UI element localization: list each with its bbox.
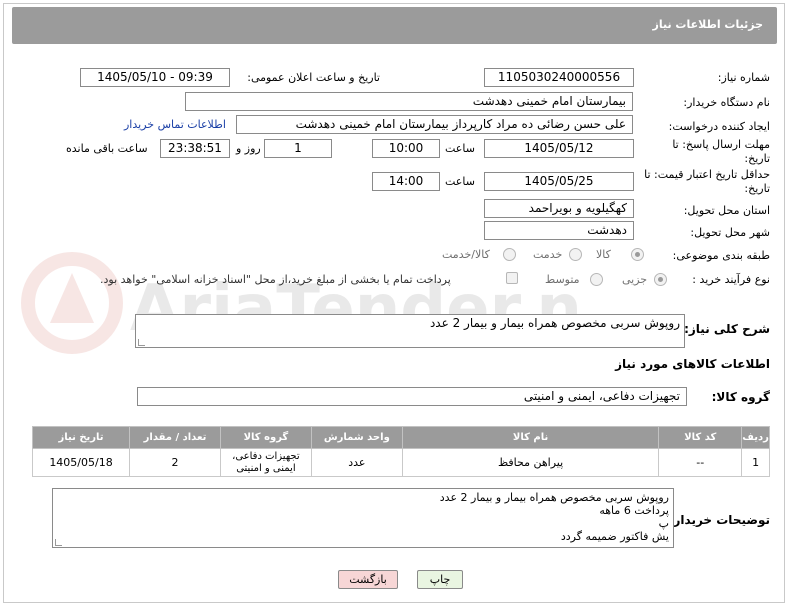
- goods-group-label: گروه کالا:: [711, 390, 770, 404]
- category-goods-service-radio[interactable]: [503, 248, 516, 261]
- price-time-field: 14:00: [372, 172, 440, 191]
- cell-goods-name: پیراهن محافظ: [401, 448, 660, 477]
- category-goods-radio[interactable]: [631, 248, 644, 261]
- day-and-label: روز و: [236, 142, 261, 155]
- col-goods-group: گروه کالا: [219, 426, 312, 449]
- price-validity-label: حداقل تاریخ اعتبار قیمت: تا تاریخ:: [644, 168, 770, 195]
- need-number-label: شماره نیاز:: [717, 71, 770, 84]
- buyer-notes-line: روپوش سربی مخصوص همراه بیمار و بیمار 2 ع…: [439, 491, 669, 504]
- reply-time-field: 10:00: [372, 139, 440, 158]
- buyer-notes-textarea[interactable]: روپوش سربی مخصوص همراه بیمار و بیمار 2 ع…: [52, 488, 674, 548]
- print-button[interactable]: چاپ: [417, 570, 463, 589]
- treasury-payment-checkbox[interactable]: [506, 272, 518, 284]
- resize-handle-icon[interactable]: [55, 539, 62, 546]
- purchase-medium-label: متوسط: [545, 273, 580, 286]
- price-date-field: 1405/05/25: [484, 172, 634, 191]
- need-number-field: 1105030240000556: [484, 68, 634, 87]
- table-row: 1 -- پیراهن محافظ عدد تجهیزات دفاعی، ایم…: [31, 448, 770, 477]
- announce-datetime-label: تاریخ و ساعت اعلان عمومی:: [247, 71, 380, 84]
- col-quantity: تعداد / مقدار: [129, 426, 221, 449]
- goods-table-header: ردیف کد کالا نام کالا واحد شمارش گروه کا…: [31, 426, 770, 449]
- cell-unit: عدد: [310, 448, 403, 477]
- goods-info-title: اطلاعات کالاهای مورد نیاز: [615, 357, 770, 371]
- buyer-notes-line: پرداخت 6 ماهه: [599, 504, 669, 517]
- cell-row-number: 1: [741, 448, 770, 477]
- purchase-minor-label: جزیی: [622, 273, 648, 286]
- buyer-org-label: نام دستگاه خریدار:: [683, 96, 770, 109]
- category-service-label: خدمت: [533, 248, 563, 261]
- buyer-contact-link[interactable]: اطلاعات تماس خریدار: [124, 118, 226, 131]
- delivery-province-field: کهگیلویه و بویراحمد: [484, 199, 634, 218]
- purchase-type-label: نوع فرآیند خرید :: [692, 273, 770, 286]
- cell-goods-group: تجهیزات دفاعی، ایمنی و امنیتی: [219, 448, 312, 477]
- goods-table: ردیف کد کالا نام کالا واحد شمارش گروه کا…: [31, 426, 770, 477]
- col-row-number: ردیف: [741, 426, 770, 449]
- purchase-medium-radio[interactable]: [590, 273, 603, 286]
- treasury-payment-note: پرداخت تمام یا بخشی از مبلغ خرید،از محل …: [100, 273, 451, 286]
- price-hour-label: ساعت: [445, 175, 475, 188]
- reply-hour-label: ساعت: [445, 142, 475, 155]
- page-title: جزئیات اطلاعات نیاز: [652, 18, 764, 31]
- page-header: جزئیات اطلاعات نیاز: [12, 7, 777, 44]
- requester-field: علی حسن رضائی ده مراد کارپرداز بیمارستان…: [236, 115, 633, 134]
- purchase-minor-radio[interactable]: [654, 273, 667, 286]
- announce-datetime-field: 1405/05/10 - 09:39: [80, 68, 230, 87]
- reply-days-field: 1: [264, 139, 332, 158]
- col-need-date: تاریخ نیاز: [31, 426, 131, 449]
- need-description-text: روپوش سربی مخصوص همراه بیمار و بیمار 2 ع…: [429, 316, 680, 330]
- delivery-city-field: دهدشت: [484, 221, 634, 240]
- cell-quantity: 2: [129, 448, 221, 477]
- category-service-radio[interactable]: [569, 248, 582, 261]
- reply-deadline-label: مهلت ارسال پاسخ: تا تاریخ:: [672, 138, 770, 165]
- requester-label: ایجاد کننده درخواست:: [668, 120, 770, 133]
- goods-group-field: تجهیزات دفاعی، ایمنی و امنیتی: [137, 387, 687, 406]
- cell-goods-code: --: [658, 448, 743, 477]
- delivery-province-label: استان محل تحویل:: [683, 204, 770, 217]
- delivery-city-label: شهر محل تحویل:: [690, 226, 770, 239]
- cell-need-date: 1405/05/18: [31, 448, 131, 477]
- reply-date-field: 1405/05/12: [484, 139, 634, 158]
- back-button[interactable]: بازگشت: [338, 570, 398, 589]
- col-unit: واحد شمارش: [310, 426, 403, 449]
- category-goods-service-label: کالا/خدمت: [442, 248, 490, 261]
- hours-remaining-label: ساعت باقی مانده: [66, 142, 148, 155]
- need-description-textarea[interactable]: روپوش سربی مخصوص همراه بیمار و بیمار 2 ع…: [135, 314, 685, 348]
- buyer-org-field: بیمارستان امام خمینی دهدشت: [185, 92, 633, 111]
- buyer-notes-line: پ: [658, 517, 669, 530]
- resize-handle-icon[interactable]: [138, 339, 145, 346]
- category-label: طبقه بندی موضوعی:: [672, 249, 770, 262]
- need-description-label: شرح کلی نیاز:: [684, 322, 770, 336]
- col-goods-code: کد کالا: [658, 426, 743, 449]
- buyer-notes-line: یش فاکتور ضمیمه گردد: [560, 530, 669, 543]
- category-goods-label: کالا: [596, 248, 611, 261]
- remaining-time-field: 23:38:51: [160, 139, 230, 158]
- col-goods-name: نام کالا: [401, 426, 660, 449]
- buyer-notes-label: توضیحات خریدار:: [668, 513, 770, 527]
